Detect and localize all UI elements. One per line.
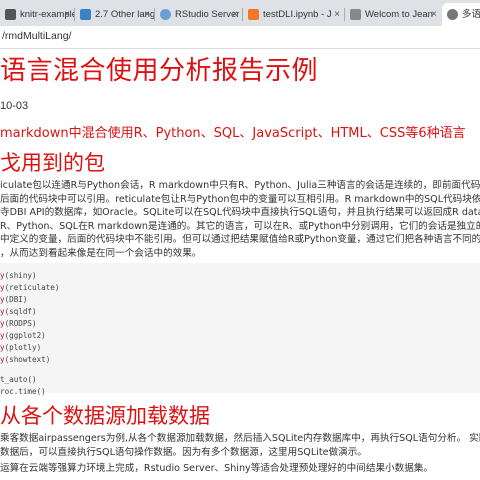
tab-label: Welcom to Jean <box>365 9 433 20</box>
browser-tab[interactable]: knitr-examples/ × <box>0 3 75 26</box>
paragraph: 乘客数据airpassengers为例,从各个数据源加载数据，然后插入SQLit… <box>0 432 480 459</box>
jupyter-icon <box>248 9 259 20</box>
paragraph: iculate包以连通R与Python会话，R markdown中只有R、Pyt… <box>0 179 480 260</box>
code-line: y(ggplot2) <box>0 331 46 340</box>
paragraph-line: R、Python、SQL在R markdown是连通的。其它的语言，可以在R、或… <box>0 220 480 232</box>
code-line: y(RODPS) <box>0 319 37 328</box>
code-line: roc.time() <box>0 387 46 396</box>
code-line: y(DBI) <box>0 295 28 304</box>
browser-tab-active[interactable]: 多语言 <box>442 3 480 26</box>
url-text[interactable]: /rmdMultiLang/ <box>2 30 71 42</box>
rstudio-icon <box>160 9 171 20</box>
close-icon[interactable]: × <box>64 3 70 26</box>
page-title: 语言混合使用分析报告示例 <box>0 56 319 86</box>
paragraph-line: 运算在云端等强算力环境上完成，Rstudio Server、Shiny等适合处理… <box>0 463 434 474</box>
document-date: 10-03 <box>0 100 29 112</box>
section-heading: 从各个数据源加载数据 <box>0 404 210 428</box>
book-icon <box>80 9 91 20</box>
page-icon <box>350 9 361 20</box>
close-icon[interactable]: × <box>431 3 437 26</box>
browser-tab[interactable]: RStudio Server × <box>155 3 243 26</box>
code-line: y(showtext) <box>0 355 51 364</box>
tab-label: testDLI.ipynb - J <box>263 9 332 20</box>
address-bar[interactable]: /rmdMultiLang/ <box>0 26 480 49</box>
document-body: 语言混合使用分析报告示例 10-03 markdown中混合使用R、Python… <box>0 48 480 480</box>
close-icon[interactable]: × <box>144 3 150 26</box>
close-icon[interactable]: × <box>232 3 238 26</box>
github-icon <box>5 9 16 20</box>
paragraph-line: ，从而达到看起来像是在同一个会话中的效果。 <box>0 247 202 259</box>
code-line: y(plotly) <box>0 343 42 352</box>
browser-tab[interactable]: testDLI.ipynb - J × <box>243 3 345 26</box>
paragraph-line: 数据后，可以直接执行SQL语句操作数据。因为有多个数据源，这里用SQLite做演… <box>0 446 367 458</box>
code-block: y(shiny) y(reticulate) y(DBI) y(sqldf) y… <box>0 263 480 396</box>
browser-tab[interactable]: 2.7 Other langu × <box>75 3 155 26</box>
browser-tab-strip: knitr-examples/ × 2.7 Other langu × RStu… <box>0 0 480 26</box>
close-icon[interactable]: × <box>334 3 340 26</box>
paragraph: 运算在云端等强算力环境上完成，Rstudio Server、Shiny等适合处理… <box>0 462 480 476</box>
document-subtitle: markdown中混合使用R、Python、SQL、JavaScript、HTM… <box>0 126 466 141</box>
code-line: y(reticulate) <box>0 283 60 292</box>
paragraph-line: 中定义的变量，后面的代码块中不能引用。但可以通过把结果赋值给R或Python变量… <box>0 234 480 245</box>
code-line: t_auto() <box>0 375 37 384</box>
tab-label: 多语言 <box>462 9 480 20</box>
globe-icon <box>447 9 458 20</box>
paragraph-line: 乘客数据airpassengers为例,从各个数据源加载数据，然后插入SQLit… <box>0 433 480 444</box>
code-line: y(sqldf) <box>0 307 37 316</box>
paragraph-line: 寺DBI API的数据库，如Oracle。SQLite可以在SQL代码块中直接执… <box>0 207 480 218</box>
code-line: y(shiny) <box>0 271 37 280</box>
paragraph-line: iculate包以连通R与Python会话，R markdown中只有R、Pyt… <box>0 180 480 191</box>
paragraph-line: 后面的代码块中可以引用。reticulate包让R与Python包中的变量可以互… <box>0 193 480 205</box>
browser-tab[interactable]: Welcom to Jean × <box>345 3 442 26</box>
tab-label: RStudio Server <box>175 9 240 20</box>
section-heading: 戈用到的包 <box>0 151 105 175</box>
